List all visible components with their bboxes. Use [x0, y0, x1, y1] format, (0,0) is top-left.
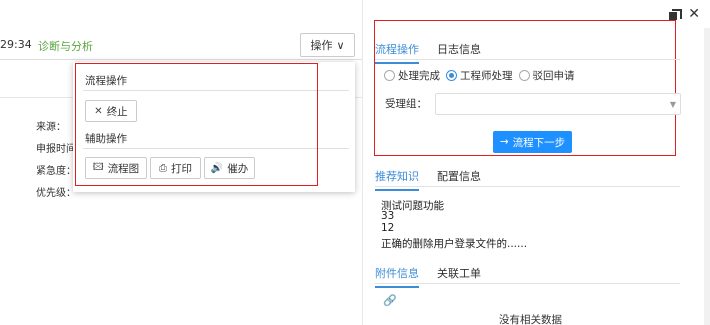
radio-label: 处理完成	[398, 70, 440, 82]
tab-attachments[interactable]: 附件信息	[375, 265, 419, 288]
handling-group-select[interactable]: ▼	[435, 93, 681, 115]
scrollbar[interactable]	[704, 28, 710, 325]
field-label-priority: 优先级：	[36, 188, 76, 199]
flowchart-button[interactable]: 🖾 流程图	[85, 157, 147, 179]
flowchart-label: 流程图	[107, 162, 140, 175]
print-button[interactable]: ⎙ 打印	[150, 157, 201, 179]
operation-button[interactable]: 操作 ∨	[300, 33, 355, 57]
divider	[83, 90, 349, 91]
timestamp: 29:34	[0, 38, 32, 51]
urge-label: 催办	[227, 162, 249, 175]
tab-recommended-knowledge[interactable]: 推荐知识	[375, 168, 419, 191]
field-label-report-time: 申报时间	[36, 144, 76, 155]
radio-label: 驳回申请	[532, 70, 575, 82]
radio-circle	[518, 70, 530, 81]
speaker-icon: 🔊	[210, 162, 224, 174]
diagnosis-link[interactable]: 诊断与分析	[38, 38, 93, 54]
section-title-flow-ops: 流程操作	[85, 75, 127, 87]
tab-config-info[interactable]: 配置信息	[437, 168, 481, 191]
flow-tabs: 流程操作 日志信息	[375, 41, 481, 64]
link-icon[interactable]: 🔗	[383, 294, 397, 307]
field-label-urgency: 紧急度：	[36, 166, 76, 177]
chevron-down-icon: ∨	[336, 38, 345, 52]
operation-dropdown: 流程操作 ✕ 终止 辅助操作 🖾 流程图 ⎙ 打印 🔊 催办	[73, 62, 355, 192]
knowledge-item[interactable]: 12	[381, 222, 394, 234]
field-label-source: 来源：	[36, 122, 66, 133]
status-radio-group: 处理完成 工程师处理 驳回申请	[384, 68, 575, 83]
print-label: 打印	[171, 162, 192, 175]
section-title-aux-ops: 辅助操作	[85, 133, 127, 145]
arrow-right-icon: →	[499, 136, 509, 148]
caret-down-icon: ▼	[669, 100, 676, 109]
attachment-tabs: 附件信息 关联工单	[375, 265, 481, 288]
urge-button[interactable]: 🔊 催办	[204, 157, 255, 179]
tab-related-tickets[interactable]: 关联工单	[437, 265, 481, 288]
next-step-button[interactable]: → 流程下一步	[493, 131, 572, 153]
terminate-button[interactable]: ✕ 终止	[85, 100, 137, 122]
tab-log-info[interactable]: 日志信息	[437, 41, 481, 64]
right-panel: 流程操作 日志信息 处理完成 工程师处理 驳回申请 受理组： ▼ → 流程下一步…	[362, 0, 710, 325]
radio-reject[interactable]: 驳回申请	[518, 68, 575, 83]
knowledge-item[interactable]: 33	[381, 210, 394, 222]
knowledge-item[interactable]: 正确的删除用户登录文件的......	[381, 236, 527, 251]
divider	[0, 59, 362, 60]
radio-complete[interactable]: 处理完成	[384, 68, 440, 83]
radio-circle	[384, 70, 395, 81]
radio-engineer[interactable]: 工程师处理	[446, 68, 513, 83]
operation-button-label: 操作	[310, 39, 333, 52]
tab-flow-ops[interactable]: 流程操作	[375, 41, 419, 64]
divider	[83, 148, 349, 149]
radio-label: 工程师处理	[460, 70, 513, 82]
no-data-text: 没有相关数据	[499, 314, 562, 325]
divider	[375, 283, 680, 284]
image-icon: 🖾	[92, 161, 104, 173]
handling-group-label: 受理组：	[385, 98, 427, 110]
divider	[375, 59, 680, 60]
printer-icon: ⎙	[159, 162, 167, 174]
divider	[375, 186, 680, 187]
radio-circle-checked	[446, 70, 457, 81]
terminate-label: 终止	[106, 105, 128, 118]
next-step-label: 流程下一步	[512, 136, 566, 149]
knowledge-tabs: 推荐知识 配置信息	[375, 168, 481, 191]
close-icon: ✕	[94, 105, 103, 117]
